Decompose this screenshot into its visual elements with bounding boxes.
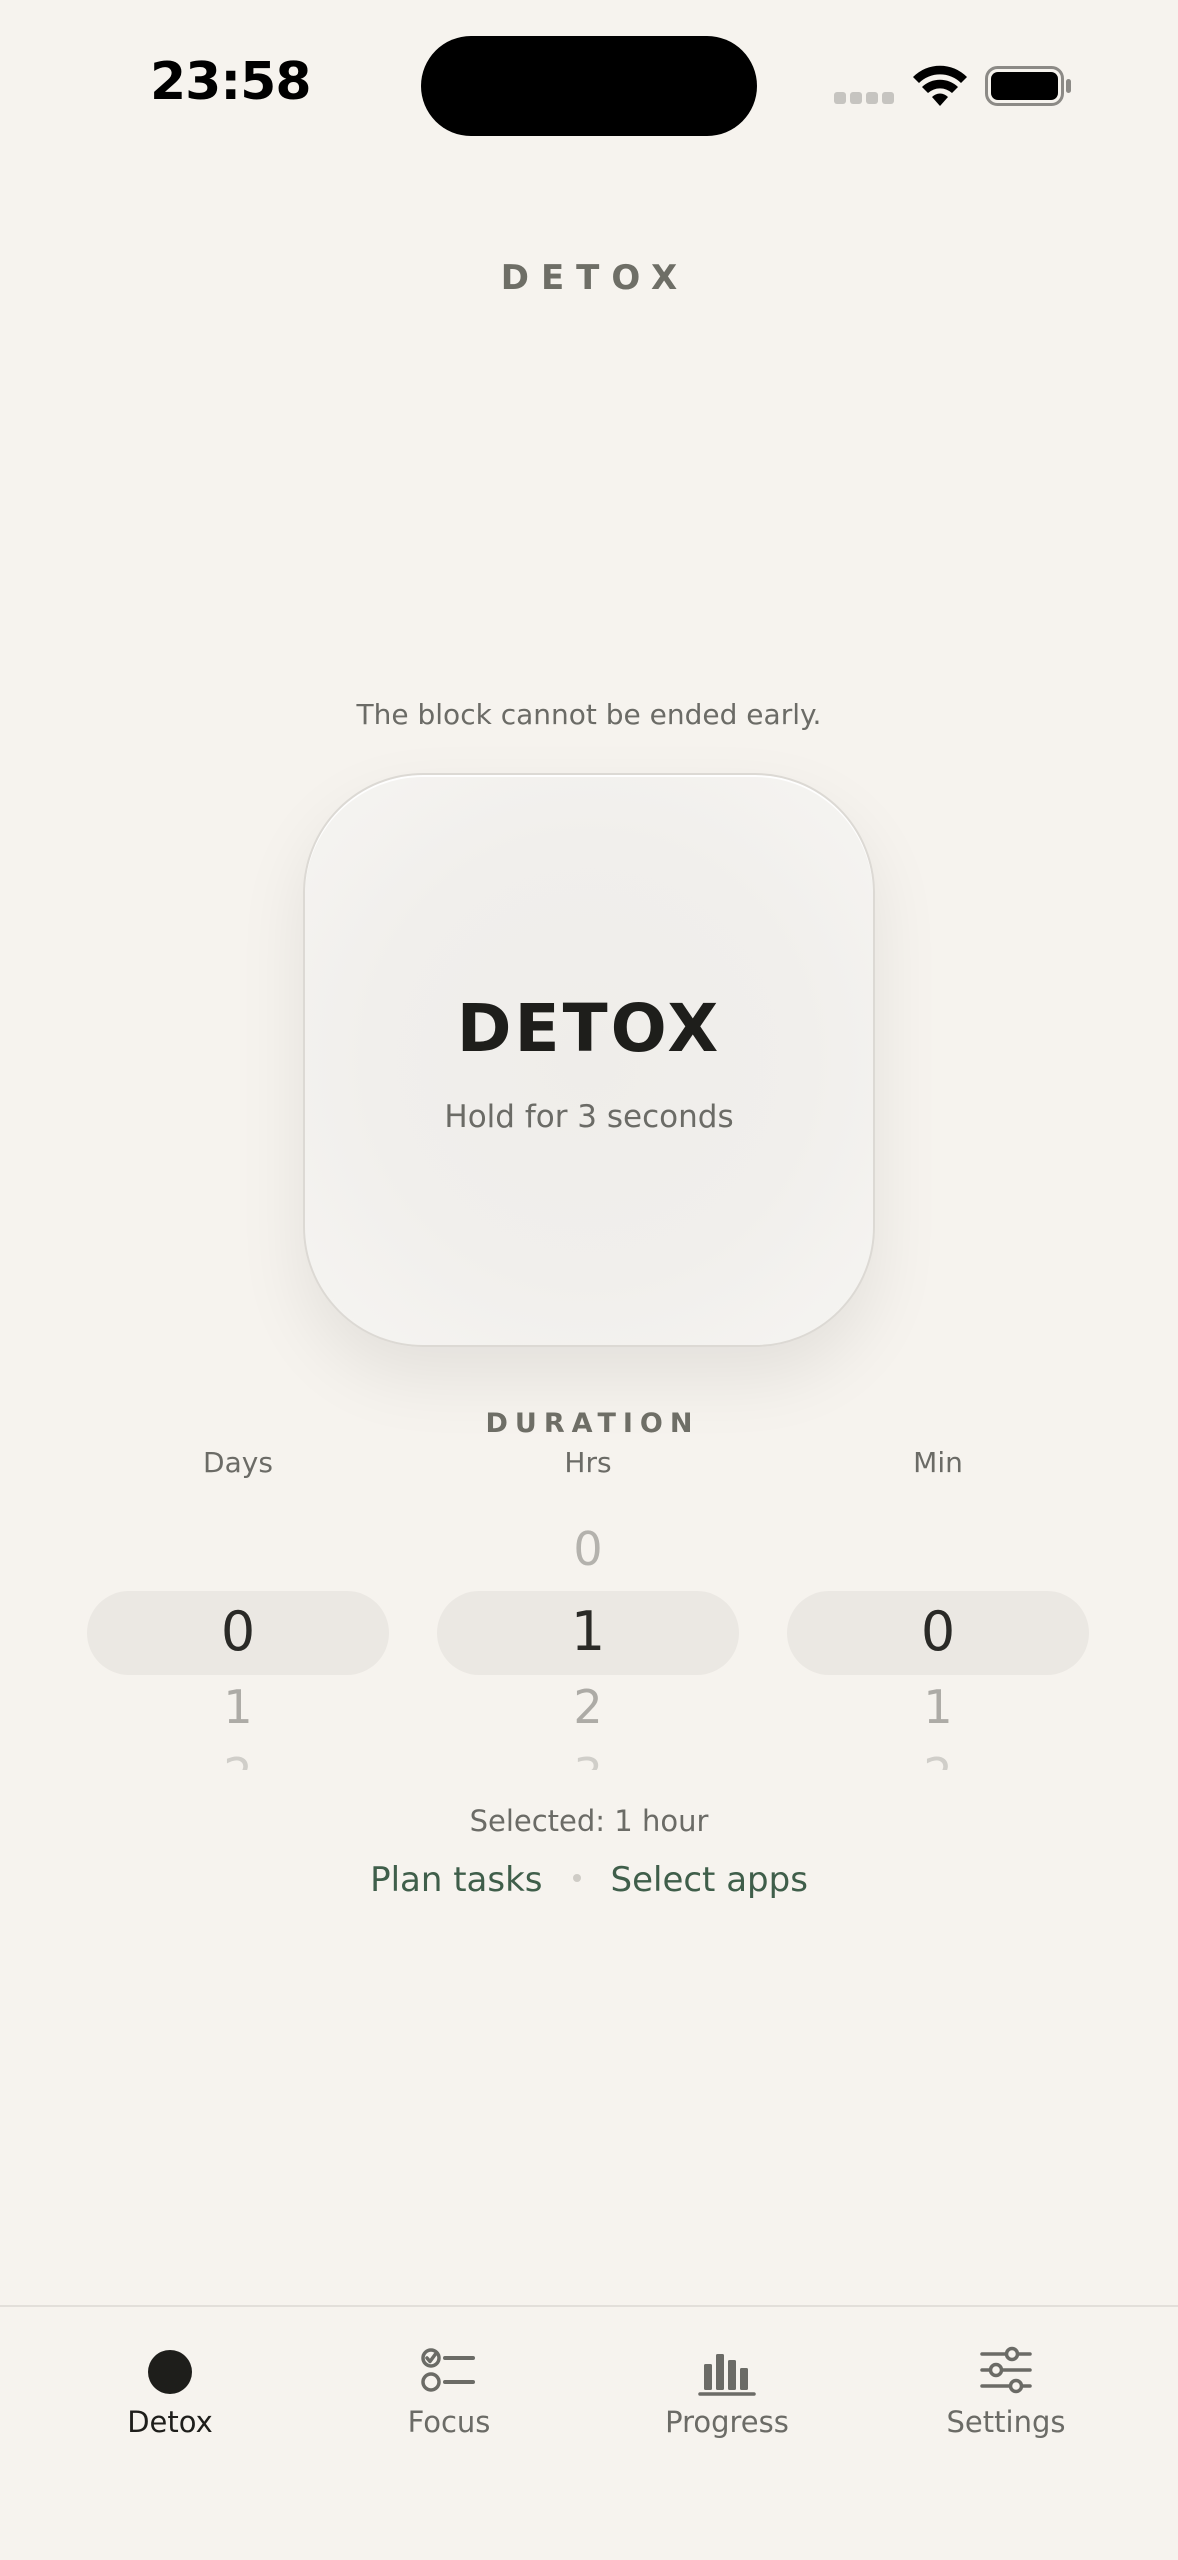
early-end-warning: The block cannot be ended early. bbox=[356, 698, 822, 731]
tab-bar-divider bbox=[0, 2305, 1178, 2307]
bar-chart-icon bbox=[698, 2354, 756, 2396]
sliders-icon bbox=[980, 2346, 1032, 2394]
tab-focus[interactable]: Focus bbox=[349, 2330, 549, 2460]
picker-next-value: 1 bbox=[923, 1680, 953, 1734]
dynamic-island bbox=[421, 36, 757, 136]
days-picker[interactable]: 0 1 2 bbox=[87, 1508, 389, 1770]
picker-next-value: 2 bbox=[573, 1680, 603, 1734]
tab-label: Focus bbox=[407, 2405, 491, 2439]
detox-hold-button[interactable]: DETOX Hold for 3 seconds bbox=[303, 773, 875, 1347]
tab-label: Settings bbox=[946, 2405, 1066, 2439]
minutes-label: Min bbox=[913, 1446, 963, 1479]
picker-current-value: 0 bbox=[220, 1600, 256, 1663]
hours-picker[interactable]: 0 1 2 3 bbox=[437, 1508, 739, 1770]
page-title: DETOX bbox=[500, 258, 690, 298]
select-apps-link[interactable]: Select apps bbox=[611, 1860, 808, 1900]
picker-next2-value: 2 bbox=[87, 1748, 389, 1770]
minutes-picker[interactable]: 0 1 2 bbox=[787, 1508, 1089, 1770]
tab-label: Progress bbox=[665, 2405, 789, 2439]
tab-progress[interactable]: Progress bbox=[627, 2330, 827, 2460]
status-time: 23:58 bbox=[150, 52, 312, 112]
separator-dot bbox=[572, 1873, 581, 1882]
plan-tasks-link[interactable]: Plan tasks bbox=[370, 1860, 542, 1900]
picker-prev-value: 0 bbox=[573, 1522, 603, 1576]
days-label: Days bbox=[203, 1446, 273, 1479]
picker-next-value: 1 bbox=[223, 1680, 253, 1734]
picker-next2-value: 3 bbox=[437, 1748, 739, 1770]
selected-duration-text: Selected: 1 hour bbox=[469, 1804, 709, 1838]
hold-button-subtitle: Hold for 3 seconds bbox=[444, 1099, 734, 1135]
checklist-icon bbox=[421, 2348, 475, 2392]
hours-label: Hrs bbox=[564, 1446, 612, 1479]
hold-button-title: DETOX bbox=[456, 990, 722, 1067]
picker-current-value: 0 bbox=[920, 1600, 956, 1663]
tab-label: Detox bbox=[127, 2405, 213, 2439]
picker-current-value: 1 bbox=[570, 1600, 606, 1663]
action-links: Plan tasks Select apps bbox=[0, 1860, 1178, 1910]
circle-icon bbox=[148, 2350, 192, 2394]
battery-icon bbox=[985, 66, 1071, 106]
tab-detox[interactable]: Detox bbox=[70, 2330, 270, 2460]
tab-settings[interactable]: Settings bbox=[906, 2330, 1106, 2460]
picker-next2-value: 2 bbox=[787, 1748, 1089, 1770]
wifi-icon bbox=[913, 65, 967, 106]
duration-label: DURATION bbox=[485, 1408, 700, 1439]
cellular-signal-icon bbox=[834, 92, 896, 106]
